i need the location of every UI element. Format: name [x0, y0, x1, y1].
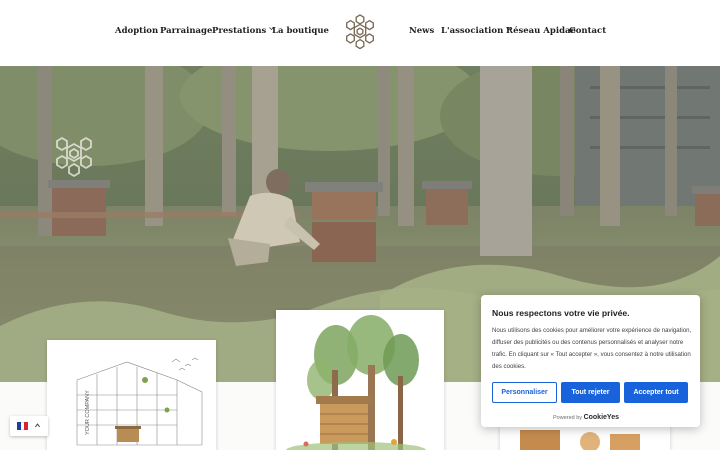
nav-contact[interactable]: Contact	[569, 26, 606, 36]
forest-hive-illustration	[286, 315, 426, 450]
customize-button[interactable]: Personnaliser	[492, 382, 557, 403]
language-switcher[interactable]	[10, 416, 48, 436]
nav-prestations[interactable]: Prestations	[212, 26, 275, 36]
hive-illustration	[316, 396, 372, 444]
site-header: Adoption Parrainage Prestations La bouti…	[0, 0, 720, 66]
reject-all-button[interactable]: Tout rejeter	[561, 382, 620, 403]
building-sketch-illustration: YOUR COMPANY	[76, 357, 203, 446]
french-flag-icon	[17, 422, 29, 430]
cookieyes-logo: CookieYes	[583, 414, 619, 421]
nav-parrainage[interactable]: Parrainage	[160, 26, 212, 36]
cookie-description: Nous utilisons des cookies pour améliore…	[492, 327, 692, 370]
nav-reseau-apidae[interactable]: Réseau Apidae	[506, 26, 576, 36]
nav-la-boutique[interactable]: La boutique	[272, 26, 329, 36]
nav-adoption[interactable]: Adoption	[115, 26, 158, 36]
accept-all-button[interactable]: Accepter tout	[624, 382, 688, 403]
nav-association[interactable]: L'association	[441, 26, 512, 36]
nav-association-label: L'association	[441, 26, 504, 36]
cookie-title: Nous respectons votre vie privée.	[492, 308, 630, 318]
powered-by[interactable]: Powered by CookieYes	[553, 414, 619, 421]
powered-by-text: Powered by	[553, 415, 583, 421]
chevron-up-icon	[35, 423, 40, 428]
hexagon-bee-logo-icon[interactable]	[341, 13, 379, 51]
nav-prestations-label: Prestations	[212, 26, 267, 36]
service-card-company[interactable]: YOUR COMPANY	[47, 340, 216, 450]
nav-news[interactable]: News	[409, 26, 434, 36]
service-card-forest-hive[interactable]	[276, 310, 444, 450]
cookie-consent-banner: Nous respectons votre vie privée. Nous u…	[481, 295, 700, 427]
card-company-label: YOUR COMPANY	[85, 390, 91, 435]
